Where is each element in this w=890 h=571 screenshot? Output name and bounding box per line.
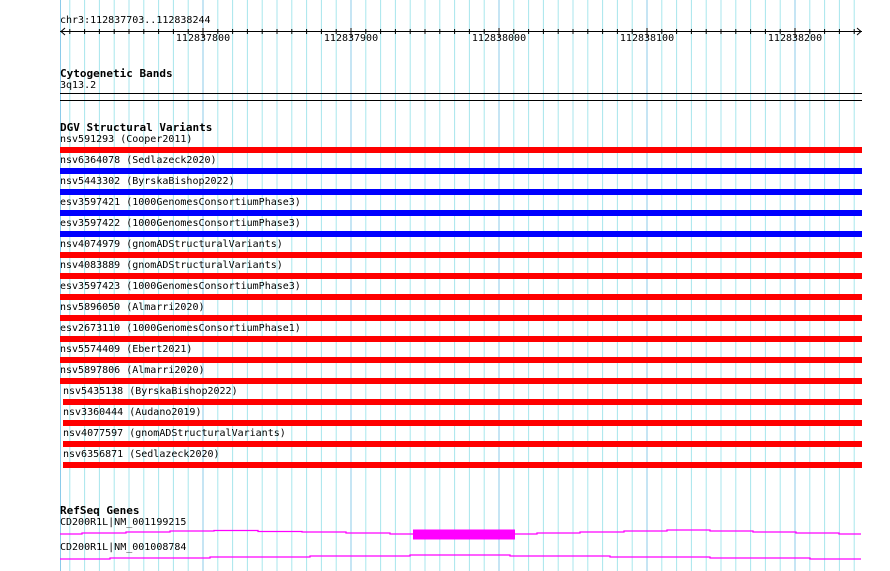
intron-line	[515, 529, 861, 535]
exon-block[interactable]	[413, 529, 515, 540]
intron-line	[60, 529, 413, 535]
gene-models[interactable]	[0, 0, 890, 571]
intron-line	[60, 554, 861, 560]
